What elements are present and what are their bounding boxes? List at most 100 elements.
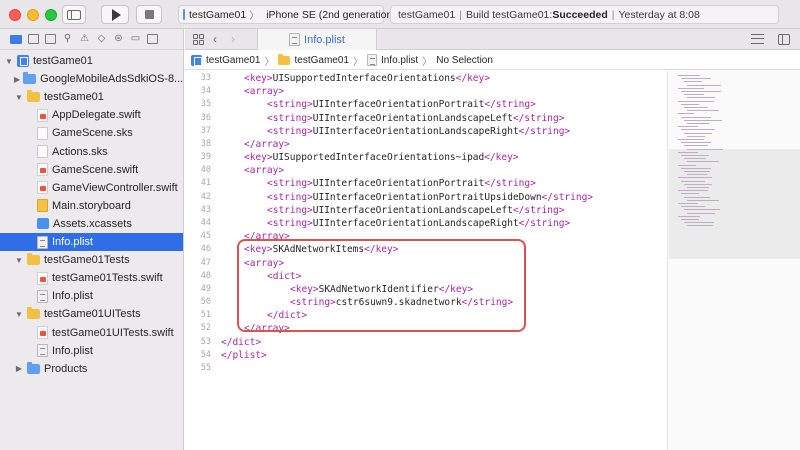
navigator-item[interactable]: Assets.xcassets: [0, 215, 183, 233]
editor-options-lines-icon[interactable]: [751, 34, 764, 44]
xml-tag-token: </string>: [518, 217, 571, 229]
jumpbar-group[interactable]: testGame01: [294, 55, 348, 66]
minimap-line: [687, 84, 721, 86]
xml-tag-token: <key>: [244, 73, 273, 84]
minimap-line: [684, 107, 708, 108]
symbol-navigator-icon[interactable]: [45, 34, 56, 44]
xml-tag-token: </plist>: [221, 349, 267, 361]
split-editor-icon[interactable]: [778, 34, 790, 45]
issue-navigator-warning-icon[interactable]: ⚠: [79, 34, 90, 44]
disclosure-expanded-icon[interactable]: ▼: [14, 256, 24, 265]
zoom-window-button[interactable]: [45, 9, 57, 21]
navigator-item-label: testGame01Tests: [44, 254, 130, 267]
navigator-item[interactable]: ▼ testGame01: [0, 52, 183, 70]
chevron-right-icon: 〉: [352, 56, 363, 68]
code-line: 44 <string>UIInterfaceOrientationLandscap…: [185, 217, 667, 230]
find-navigator-search-icon[interactable]: ⚲: [62, 34, 73, 44]
minimap-line: [687, 225, 713, 227]
device-name: iPhone SE (2nd generation): [266, 8, 396, 21]
source-control-navigator-icon[interactable]: [28, 34, 39, 44]
close-window-button[interactable]: [9, 9, 21, 21]
editor-minimap[interactable]: [667, 71, 800, 450]
xml-tag-token: <string>: [267, 112, 313, 124]
navigator-item[interactable]: ▶ Products: [0, 360, 183, 378]
breakpoint-navigator-icon[interactable]: ▭: [130, 34, 141, 44]
navigator-item-label: testGame01Tests.swift: [52, 272, 163, 285]
navigator-item[interactable]: ▶ GoogleMobileAdsSdkiOS-8...: [0, 70, 183, 88]
line-number: 42: [200, 191, 211, 202]
navigator-item[interactable]: ▼ testGame01Tests: [0, 251, 183, 269]
line-number: 45: [200, 231, 211, 242]
status-time: Yesterday at 8:08: [618, 8, 700, 21]
stop-button[interactable]: [136, 5, 162, 24]
navigator-item[interactable]: testGame01Tests.swift: [0, 269, 183, 287]
minimap-line: [681, 116, 711, 118]
chevron-right-icon: 〉: [422, 56, 433, 68]
line-number: 36: [200, 112, 211, 123]
navigator-item[interactable]: GameScene.sks: [0, 124, 183, 142]
xml-text-token: UIInterfaceOrientationLandscapeLeft: [312, 204, 513, 216]
project-navigator-folder-icon[interactable]: [10, 34, 22, 44]
stop-icon: [144, 10, 154, 19]
disclosure-expanded-icon[interactable]: ▼: [14, 93, 24, 102]
debug-navigator-icon[interactable]: ⊜: [113, 34, 124, 44]
skadnetwork-highlight-annotation: [237, 239, 526, 332]
report-navigator-icon[interactable]: [147, 34, 158, 44]
navigator-item-label: GoogleMobileAdsSdkiOS-8...: [40, 73, 184, 86]
navigator-item[interactable]: ▼ testGame01: [0, 88, 183, 106]
related-items-grid-icon[interactable]: [193, 34, 204, 45]
minimize-window-button[interactable]: [27, 9, 39, 21]
xml-tag-token: </string>: [518, 125, 571, 137]
navigator-item[interactable]: AppDelegate.swift: [0, 106, 183, 124]
navigator-item[interactable]: Actions.sks: [0, 143, 183, 161]
minimap-line: [687, 110, 719, 112]
navigator-item-label: AppDelegate.swift: [52, 109, 141, 122]
disclosure-expanded-icon[interactable]: ▼: [14, 310, 24, 319]
minimap-line: [678, 203, 698, 204]
project-navigator: ⚲ ⚠ ◇ ⊜ ▭ ▼ testGame01 ▶ GoogleMobileAdsSdk…: [0, 29, 184, 450]
status-divider: |: [459, 8, 462, 21]
xml-tag-token: <string>: [267, 191, 313, 203]
xml-tag-token: </string>: [512, 204, 565, 216]
xml-tag-token: <string>: [267, 125, 313, 137]
xml-tag-token: </string>: [484, 178, 536, 190]
go-back-chevron-icon[interactable]: ‹: [213, 32, 217, 46]
code-text: <key>UISupportedInterfaceOrientations</k…: [244, 72, 490, 85]
swift-file-icon: [37, 271, 48, 285]
run-button[interactable]: [101, 5, 129, 24]
navigator-item-label: Info.plist: [52, 290, 93, 303]
xml-tag-token: <string>: [267, 99, 313, 111]
plist-file-icon: [366, 54, 377, 66]
navigator-item[interactable]: Main.storyboard: [0, 197, 183, 215]
disclosure-expanded-icon[interactable]: ▼: [4, 57, 14, 66]
code-line: 40 <array>: [185, 164, 667, 177]
minimap-line: [687, 174, 707, 176]
navigator-item[interactable]: GameViewController.swift: [0, 179, 183, 197]
navigator-item[interactable]: ▼ testGame01UITests: [0, 305, 183, 323]
navigator-item[interactable]: Info.plist: [0, 342, 183, 360]
tab-info-plist[interactable]: Info.plist: [257, 29, 377, 50]
xml-text-token: UIInterfaceOrientationPortrait: [312, 99, 485, 111]
navigator-item[interactable]: Info.plist: [0, 233, 183, 251]
scheme-selector[interactable]: testGame01 〉 iPhone SE (2nd generation): [178, 5, 396, 24]
minimap-line: [681, 129, 715, 131]
minimap-line: [684, 81, 702, 83]
test-navigator-diamond-icon[interactable]: ◇: [96, 34, 107, 44]
navigator-item-label: testGame01: [33, 55, 93, 67]
navigator-item[interactable]: Info.plist: [0, 287, 183, 305]
line-number: 54: [200, 349, 211, 360]
minimap-line: [681, 155, 709, 156]
code-text: </array>: [244, 138, 290, 151]
go-forward-chevron-icon[interactable]: ›: [231, 32, 235, 46]
jumpbar-project[interactable]: testGame01: [206, 55, 260, 66]
minimap-line: [681, 167, 711, 169]
navigator-item-label: Actions.sks: [52, 145, 108, 158]
jumpbar-file[interactable]: Info.plist: [381, 55, 418, 66]
xml-tag-token: <key>: [244, 152, 273, 164]
navigator-item[interactable]: GameScene.swift: [0, 161, 183, 179]
jumpbar-selection[interactable]: No Selection: [436, 55, 493, 66]
toggle-navigator-button[interactable]: [62, 5, 86, 24]
navigator-item[interactable]: testGame01UITests.swift: [0, 324, 183, 342]
disclosure-collapsed-icon[interactable]: ▶: [14, 75, 20, 84]
disclosure-collapsed-icon[interactable]: ▶: [14, 364, 24, 373]
